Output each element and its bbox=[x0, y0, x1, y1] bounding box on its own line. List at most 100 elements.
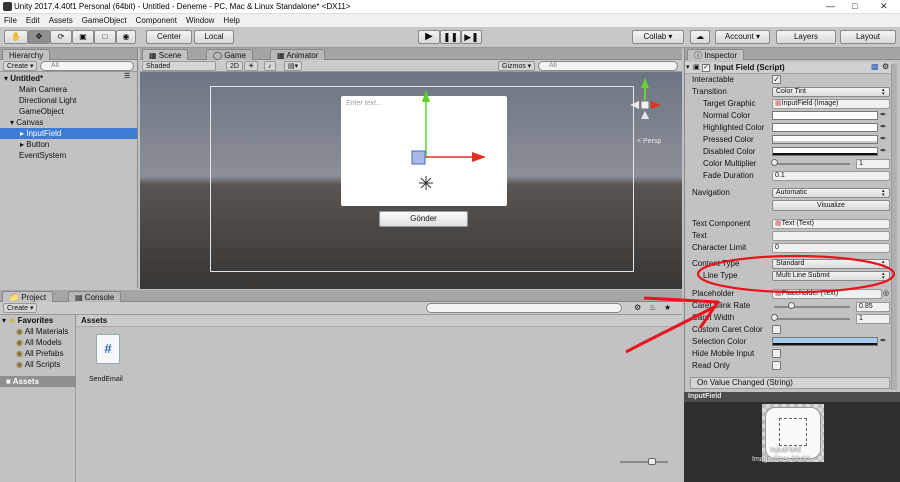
placeholder-field[interactable]: ▦Placeholder (Text) bbox=[772, 289, 882, 299]
minimize-button[interactable]: — bbox=[826, 1, 835, 11]
account-button[interactable]: Account ▾ bbox=[715, 30, 770, 44]
menu-file[interactable]: File bbox=[4, 14, 17, 27]
step-button[interactable]: ▶❚ bbox=[461, 30, 482, 44]
component-foldout-icon[interactable]: ▾ bbox=[686, 63, 690, 71]
hierarchy-menu-icon[interactable]: ☰ bbox=[124, 72, 130, 80]
target-graphic-field[interactable]: ▦InputField (Image) bbox=[772, 99, 890, 109]
menu-help[interactable]: Help bbox=[223, 14, 239, 27]
color-multiplier-knob[interactable] bbox=[771, 159, 778, 166]
maximize-button[interactable]: □ bbox=[852, 1, 857, 11]
navigation-dropdown[interactable]: Automatic bbox=[772, 188, 890, 198]
menu-assets[interactable]: Assets bbox=[49, 14, 73, 27]
read-only-checkbox[interactable] bbox=[772, 361, 781, 370]
hierarchy-item-main-camera[interactable]: Main Camera bbox=[0, 84, 137, 95]
normal-color-swatch[interactable] bbox=[772, 111, 878, 120]
text-component-field[interactable]: ▦Text (Text) bbox=[772, 219, 890, 229]
color-multiplier-input[interactable]: 1 bbox=[856, 159, 890, 169]
caret-blink-rate-knob[interactable] bbox=[788, 302, 795, 309]
favorites-header[interactable]: ▾ ★ Favorites bbox=[2, 316, 53, 325]
tab-console[interactable]: ▤ Console bbox=[68, 291, 122, 302]
assets-folder-item[interactable]: ■ Assets bbox=[0, 376, 76, 387]
project-search-input[interactable] bbox=[426, 303, 622, 313]
filter-type-icon[interactable]: ⚙ bbox=[634, 303, 641, 312]
hierarchy-item-button[interactable]: ▸ Button bbox=[0, 139, 137, 150]
object-picker-icon[interactable]: ◎ bbox=[883, 289, 889, 297]
highlighted-color-swatch[interactable] bbox=[772, 123, 878, 132]
gear-icon[interactable]: ⚙ bbox=[882, 62, 889, 71]
pivot-center-button[interactable]: Center bbox=[146, 30, 192, 44]
favorite-all-prefabs[interactable]: ◉ All Prefabs bbox=[16, 349, 63, 358]
hierarchy-item-eventsystem[interactable]: EventSystem bbox=[0, 150, 137, 161]
text-input[interactable] bbox=[772, 231, 890, 241]
cloud-button[interactable]: ☁ bbox=[690, 30, 710, 44]
scene-search-input[interactable]: All bbox=[538, 61, 678, 71]
on-value-changed-event[interactable]: On Value Changed (String) bbox=[690, 377, 890, 389]
menu-component[interactable]: Component bbox=[136, 14, 177, 27]
caret-width-slider[interactable] bbox=[774, 318, 850, 320]
fade-duration-input[interactable]: 0.1 bbox=[772, 171, 890, 181]
tab-hierarchy[interactable]: Hierarchy bbox=[2, 49, 51, 60]
favorite-all-scripts[interactable]: ◉ All Scripts bbox=[16, 360, 60, 369]
menu-gameobject[interactable]: GameObject bbox=[82, 14, 127, 27]
layout-dropdown[interactable]: Layout bbox=[840, 30, 896, 44]
eyedropper-icon[interactable]: ✒ bbox=[880, 122, 887, 131]
hierarchy-search-input[interactable]: All bbox=[40, 61, 134, 71]
orientation-gizmo[interactable] bbox=[630, 78, 661, 119]
tab-scene[interactable]: ▦ Scene bbox=[142, 49, 189, 60]
caret-blink-rate-input[interactable]: 0.85 bbox=[856, 302, 890, 312]
interactable-checkbox[interactable]: ✓ bbox=[772, 75, 781, 84]
close-button[interactable]: ✕ bbox=[880, 1, 888, 12]
caret-width-input[interactable]: 1 bbox=[856, 314, 890, 324]
character-limit-input[interactable]: 0 bbox=[772, 243, 890, 253]
scene-root-item[interactable]: ▾ Untitled* bbox=[0, 73, 137, 84]
hierarchy-create-button[interactable]: Create ▾ bbox=[3, 61, 38, 71]
filter-label-icon[interactable]: ♨ bbox=[649, 303, 656, 312]
favorite-star-icon[interactable]: ★ bbox=[664, 303, 671, 312]
eyedropper-icon[interactable]: ✒ bbox=[880, 134, 887, 143]
menu-edit[interactable]: Edit bbox=[26, 14, 40, 27]
eyedropper-icon[interactable]: ✒ bbox=[880, 110, 887, 119]
hierarchy-item-inputfield[interactable]: ▸ InputField bbox=[0, 128, 137, 139]
preview-title[interactable]: InputField bbox=[684, 392, 900, 402]
visualize-button[interactable]: Visualize bbox=[772, 200, 890, 211]
content-type-dropdown[interactable]: Standard bbox=[772, 259, 890, 269]
disabled-color-swatch[interactable] bbox=[772, 147, 878, 156]
gizmos-dropdown[interactable]: Gizmos ▾ bbox=[498, 61, 536, 71]
transition-dropdown[interactable]: Color Tint bbox=[772, 87, 890, 97]
rect-tool-button[interactable]: □ bbox=[94, 30, 116, 44]
assets-breadcrumb[interactable]: Assets bbox=[77, 315, 682, 327]
project-create-button[interactable]: Create ▾ bbox=[3, 303, 38, 313]
tab-animator[interactable]: ▦ Animator bbox=[270, 49, 326, 60]
menu-window[interactable]: Window bbox=[186, 14, 214, 27]
move-gizmo[interactable] bbox=[140, 72, 682, 289]
line-type-dropdown[interactable]: Multi Line Submit bbox=[772, 271, 890, 281]
asset-sendemail-label[interactable]: SendEmail bbox=[89, 376, 123, 383]
component-header[interactable]: ▾ ▣ ✓ Input Field (Script) ▩ ⚙ bbox=[685, 62, 891, 74]
collab-button[interactable]: Collab ▾ bbox=[632, 30, 684, 44]
play-button[interactable]: ▶ bbox=[418, 30, 440, 44]
inspector-scrollbar[interactable] bbox=[891, 64, 897, 390]
hierarchy-item-canvas[interactable]: ▾ Canvas bbox=[0, 117, 137, 128]
color-multiplier-slider[interactable] bbox=[774, 163, 850, 165]
eyedropper-icon[interactable]: ✒ bbox=[880, 336, 887, 345]
perspective-label[interactable]: < Persp bbox=[637, 138, 661, 145]
caret-blink-rate-slider[interactable] bbox=[774, 306, 850, 308]
caret-width-knob[interactable] bbox=[771, 314, 778, 321]
transform-tool-button[interactable]: ◉ bbox=[116, 30, 136, 44]
icon-size-slider-knob[interactable] bbox=[648, 458, 656, 465]
selection-color-swatch[interactable] bbox=[772, 337, 878, 346]
help-icon[interactable]: ▩ bbox=[871, 62, 879, 71]
pause-button[interactable]: ❚❚ bbox=[440, 30, 461, 44]
tab-project[interactable]: 📁 Project bbox=[2, 291, 54, 302]
hand-tool-button[interactable]: ✋ bbox=[4, 30, 28, 44]
icon-size-slider[interactable] bbox=[620, 461, 668, 463]
favorite-all-models[interactable]: ◉ All Models bbox=[16, 338, 62, 347]
hide-mobile-input-checkbox[interactable] bbox=[772, 349, 781, 358]
component-enabled-checkbox[interactable]: ✓ bbox=[702, 64, 710, 72]
layers-dropdown[interactable]: Layers bbox=[776, 30, 836, 44]
tab-game[interactable]: ◯ Game bbox=[206, 49, 253, 60]
lighting-toggle[interactable]: ☀ bbox=[244, 61, 259, 71]
audio-toggle[interactable]: ♪ bbox=[264, 61, 276, 71]
scale-tool-button[interactable]: ▣ bbox=[72, 30, 94, 44]
pivot-local-button[interactable]: Local bbox=[194, 30, 234, 44]
